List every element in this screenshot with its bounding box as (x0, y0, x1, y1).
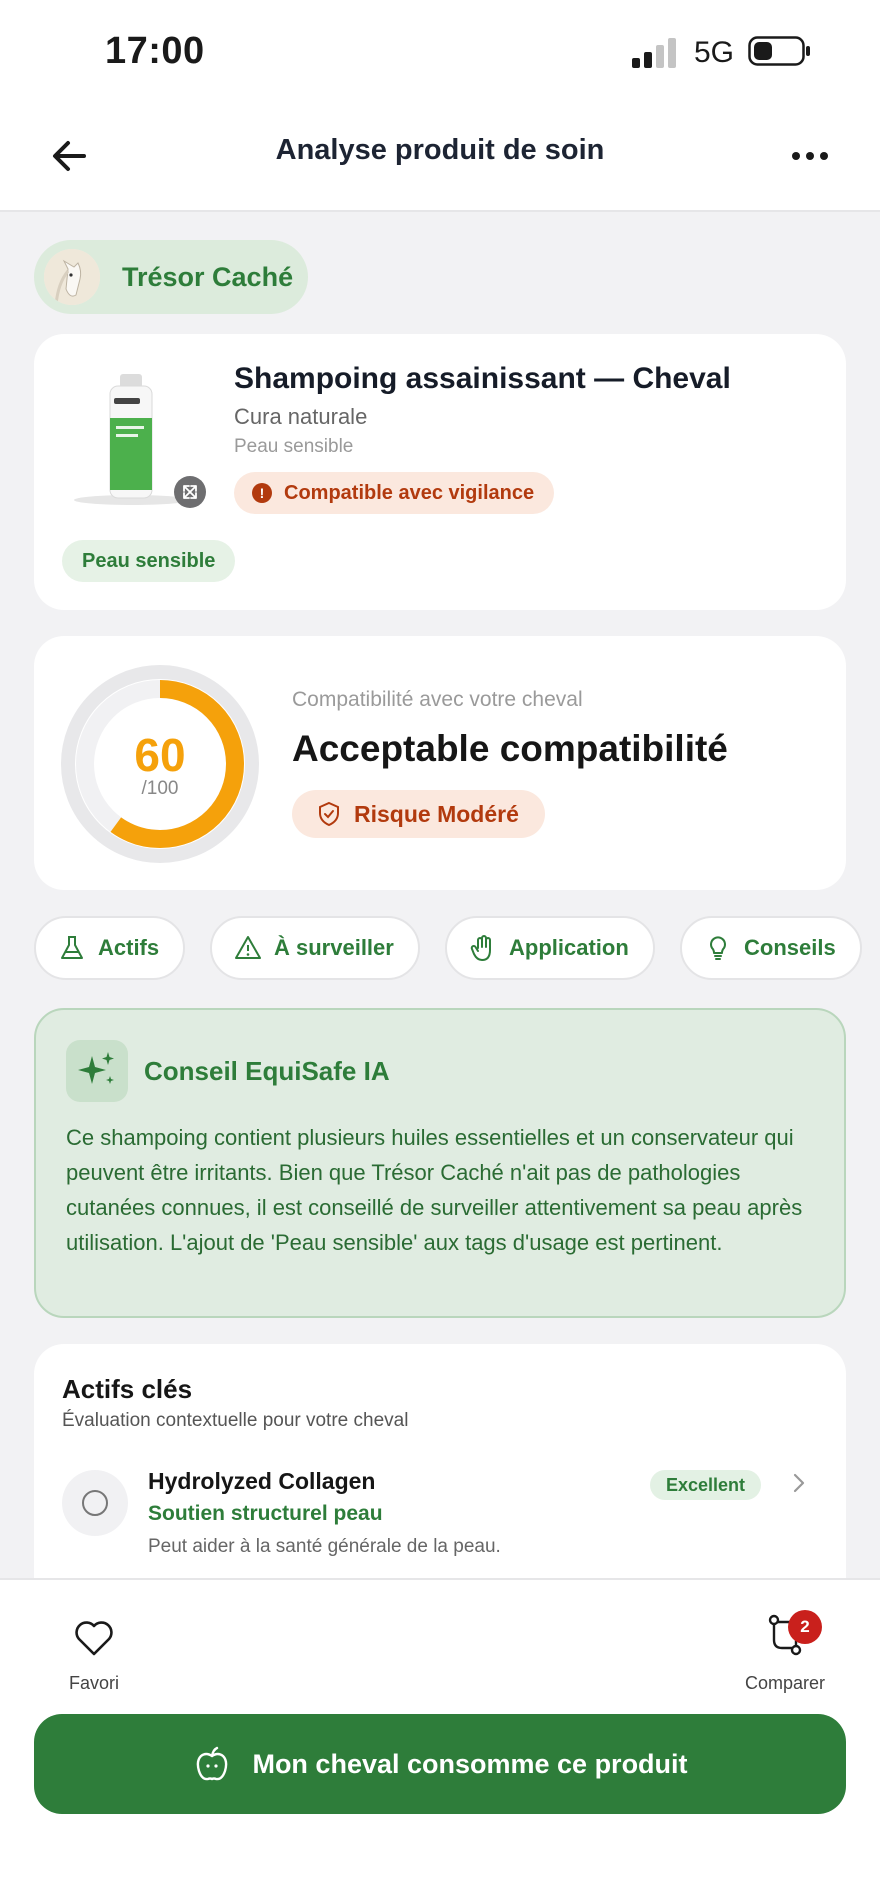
rating-badge: Excellent (650, 1470, 762, 1500)
compatibility-score-card: 60 /100 Compatibilité avec votre cheval … (34, 636, 846, 890)
expand-image-button[interactable] (174, 476, 206, 508)
compare-button[interactable]: 2 Comparer (732, 1610, 838, 1694)
tab-label: Actifs (98, 935, 160, 960)
ingredient-role: Soutien structurel peau (148, 1502, 383, 1525)
battery-icon (748, 36, 810, 66)
shield-check-icon (319, 801, 339, 827)
risk-label: Risque Modéré (354, 800, 519, 827)
section-subtitle: Évaluation contextuelle pour votre cheva… (62, 1410, 409, 1431)
section-title: Actifs clés (62, 1374, 193, 1404)
horse-selector-chip[interactable]: Trésor Caché (34, 240, 308, 314)
consume-product-button[interactable]: Mon cheval consomme ce produit (34, 1714, 846, 1814)
key-actives-card: Actifs clés Évaluation contextuelle pour… (34, 1344, 846, 1604)
product-brand: Cura naturale (234, 404, 368, 429)
chevron-right-icon[interactable] (786, 1470, 812, 1496)
score-value: 60 (134, 729, 186, 781)
compatibility-badge-label: Compatible avec vigilance (284, 481, 535, 504)
status-bar: 17:00 5G (0, 0, 880, 100)
favorite-button[interactable]: Favori (64, 1616, 124, 1694)
lightbulb-icon (710, 936, 726, 960)
bottom-action-bar: Favori 2 Comparer Mon cheval consomme ce… (0, 1578, 880, 1904)
signal-icon (632, 38, 676, 68)
tab-actifs[interactable]: Actifs (34, 916, 186, 980)
score-max: /100 (141, 778, 179, 799)
ingredient-description: Peut aider à la santé générale de la pea… (148, 1536, 501, 1557)
risk-badge: Risque Modéré (292, 790, 545, 838)
compatibility-badge: ! Compatible avec vigilance (234, 472, 555, 514)
tab-a-surveiller[interactable]: À surveiller (210, 916, 420, 980)
apple-icon (197, 1746, 228, 1781)
sparkles-icon (78, 1052, 114, 1084)
ai-advice-text: Ce shampoing contient plusieurs huiles e… (66, 1125, 803, 1255)
horse-name: Trésor Caché (122, 261, 294, 292)
warning-icon (235, 936, 261, 959)
score-title: Acceptable compatibilité (292, 728, 728, 769)
sparkles-icon-container (66, 1040, 128, 1102)
cta-label: Mon cheval consomme ce produit (252, 1748, 688, 1779)
tab-label: Application (509, 935, 629, 960)
ai-advice-title: Conseil EquiSafe IA (144, 1056, 390, 1086)
top-nav: Analyse produit de soin (0, 100, 880, 212)
tab-conseils[interactable]: Conseils (680, 916, 862, 980)
score-label: Compatibilité avec votre cheval (292, 688, 583, 711)
hand-icon (470, 935, 491, 961)
product-card: Shampoing assainissant — Cheval Cura nat… (34, 334, 846, 610)
status-time: 17:00 (105, 30, 205, 72)
alert-icon: ! (252, 483, 272, 503)
expand-icon (183, 485, 197, 499)
ingredient-name[interactable]: Hydrolyzed Collagen (148, 1468, 375, 1495)
compare-count-badge: 2 (788, 1610, 822, 1644)
ingredient-icon (62, 1470, 128, 1536)
product-category: Peau sensible (234, 436, 354, 457)
tab-application[interactable]: Application (445, 916, 655, 980)
usage-tag[interactable]: Peau sensible (62, 540, 236, 582)
more-horizontal-icon[interactable] (784, 130, 836, 182)
heart-icon (75, 1621, 113, 1656)
flask-icon (61, 936, 83, 959)
tab-label: Conseils (744, 935, 836, 960)
product-name: Shampoing assainissant — Cheval (234, 362, 731, 395)
network-type: 5G (694, 36, 735, 69)
favorite-label: Favori (68, 1673, 119, 1693)
compare-label: Comparer (744, 1673, 826, 1693)
page-title: Analyse produit de soin (275, 134, 605, 166)
tab-label: À surveiller (274, 935, 394, 960)
ai-advice-card: Conseil EquiSafe IA Ce shampoing contien… (34, 1008, 846, 1318)
horse-avatar (44, 249, 100, 305)
